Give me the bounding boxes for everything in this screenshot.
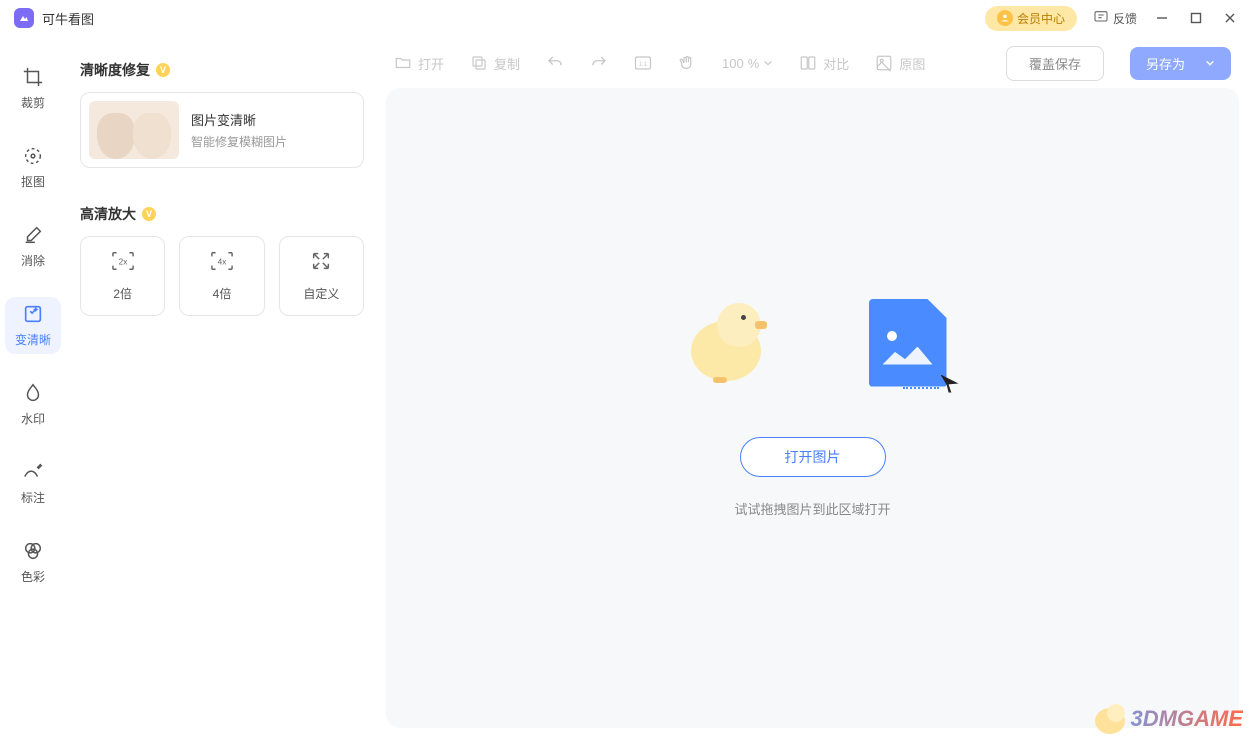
feature-subtitle: 智能修复模糊图片 xyxy=(191,133,287,150)
save-as-label: 另存为 xyxy=(1146,54,1185,73)
tb-label: 打开 xyxy=(418,54,444,73)
tool-annotate[interactable]: 标注 xyxy=(5,455,61,512)
maximize-button[interactable] xyxy=(1179,4,1213,32)
tool-label: 抠图 xyxy=(21,173,45,190)
tool-label: 消除 xyxy=(21,252,45,269)
user-avatar-icon xyxy=(997,10,1013,26)
upscale-custom[interactable]: 自定义 xyxy=(279,236,364,316)
empty-state-illustration xyxy=(679,299,947,387)
canvas-area: 打开 复制 1:1 100 % xyxy=(378,36,1255,744)
tool-crop[interactable]: 裁剪 xyxy=(5,60,61,117)
tb-label: 复制 xyxy=(494,54,520,73)
upscale-label: 自定义 xyxy=(303,285,339,302)
upscale-4x[interactable]: 4x 4倍 xyxy=(179,236,264,316)
tool-label: 变清晰 xyxy=(15,331,51,348)
feedback-label: 反馈 xyxy=(1113,10,1137,27)
chevron-down-icon xyxy=(1205,56,1215,71)
folder-icon xyxy=(394,54,412,72)
tool-watermark[interactable]: 水印 xyxy=(5,376,61,433)
hand-icon xyxy=(678,54,696,72)
redo-button[interactable] xyxy=(590,54,608,72)
overwrite-save-button[interactable]: 覆盖保存 xyxy=(1006,46,1104,81)
vip-label: 会员中心 xyxy=(1017,10,1065,27)
tool-label: 水印 xyxy=(21,410,45,427)
close-button[interactable] xyxy=(1213,4,1247,32)
vip-center-button[interactable]: 会员中心 xyxy=(985,6,1077,31)
tb-label: 原图 xyxy=(899,54,925,73)
tool-cutout[interactable]: 抠图 xyxy=(5,139,61,196)
feedback-icon xyxy=(1093,9,1109,28)
tb-label: 对比 xyxy=(823,54,849,73)
copy-button[interactable]: 复制 xyxy=(470,54,520,73)
app-logo xyxy=(14,8,34,28)
canvas-toolbar: 打开 复制 1:1 100 % xyxy=(386,52,1239,88)
scale-4x-icon: 4x xyxy=(209,250,235,277)
compare-button[interactable]: 对比 xyxy=(799,54,849,73)
watermark-icon xyxy=(22,382,44,404)
tool-label: 色彩 xyxy=(21,568,45,585)
section-title-text: 清晰度修复 xyxy=(80,60,150,80)
image-file-icon xyxy=(869,299,947,387)
canvas-dropzone[interactable]: 打开图片 试试拖拽图片到此区域打开 xyxy=(386,88,1239,728)
svg-text:2x: 2x xyxy=(118,258,128,267)
save-as-button[interactable]: 另存为 xyxy=(1130,47,1231,80)
upscale-options: 2x 2倍 4x 4倍 自定义 xyxy=(80,236,364,316)
image-icon xyxy=(875,54,893,72)
compare-icon xyxy=(799,54,817,72)
svg-text:4x: 4x xyxy=(218,258,228,267)
undo-icon xyxy=(546,54,564,72)
copy-icon xyxy=(470,54,488,72)
cutout-icon xyxy=(22,145,44,167)
upscale-2x[interactable]: 2x 2倍 xyxy=(80,236,165,316)
clarity-repair-title: 清晰度修复 V xyxy=(80,60,364,80)
upscale-label: 2倍 xyxy=(113,285,132,302)
tool-rail: 裁剪 抠图 消除 变清晰 水印 标注 色彩 xyxy=(0,36,66,744)
tool-label: 标注 xyxy=(21,489,45,506)
chevron-down-icon xyxy=(763,56,773,71)
feature-title: 图片变清晰 xyxy=(191,110,287,129)
expand-icon xyxy=(309,250,333,277)
actual-size-button[interactable]: 1:1 xyxy=(634,54,652,72)
erase-icon xyxy=(22,224,44,246)
mascot-duck-icon xyxy=(679,303,779,383)
tool-label: 裁剪 xyxy=(21,94,45,111)
upscale-title: 高清放大 V xyxy=(80,204,364,224)
zoom-display[interactable]: 100 % xyxy=(722,56,773,71)
crop-icon xyxy=(22,66,44,88)
app-title: 可牛看图 xyxy=(42,9,94,28)
vip-badge-icon: V xyxy=(156,63,170,77)
feedback-button[interactable]: 反馈 xyxy=(1085,5,1145,32)
color-icon xyxy=(22,540,44,562)
feature-thumbnail xyxy=(89,101,179,159)
open-file-button[interactable]: 打开 xyxy=(394,54,444,73)
minimize-button[interactable] xyxy=(1145,4,1179,32)
tool-erase[interactable]: 消除 xyxy=(5,218,61,275)
one-to-one-icon: 1:1 xyxy=(634,54,652,72)
drop-hint: 试试拖拽图片到此区域打开 xyxy=(734,499,890,518)
titlebar: 可牛看图 会员中心 反馈 xyxy=(0,0,1255,36)
window-controls xyxy=(1145,4,1247,32)
tool-enhance[interactable]: 变清晰 xyxy=(5,297,61,354)
pan-button[interactable] xyxy=(678,54,696,72)
zoom-value: 100 xyxy=(722,56,744,71)
open-image-button[interactable]: 打开图片 xyxy=(740,437,886,477)
section-title-text: 高清放大 xyxy=(80,204,136,224)
redo-icon xyxy=(590,54,608,72)
original-button[interactable]: 原图 xyxy=(875,54,925,73)
options-panel: 清晰度修复 V 图片变清晰 智能修复模糊图片 高清放大 V 2x 2倍 4x 4… xyxy=(66,36,378,744)
scale-2x-icon: 2x xyxy=(110,250,136,277)
tool-color[interactable]: 色彩 xyxy=(5,534,61,591)
vip-badge-icon: V xyxy=(142,207,156,221)
upscale-label: 4倍 xyxy=(213,285,232,302)
enhance-icon xyxy=(22,303,44,325)
annotate-icon xyxy=(22,461,44,483)
zoom-unit: % xyxy=(748,56,760,71)
svg-text:1:1: 1:1 xyxy=(639,62,648,68)
undo-button[interactable] xyxy=(546,54,564,72)
sharpen-feature-card[interactable]: 图片变清晰 智能修复模糊图片 xyxy=(80,92,364,168)
